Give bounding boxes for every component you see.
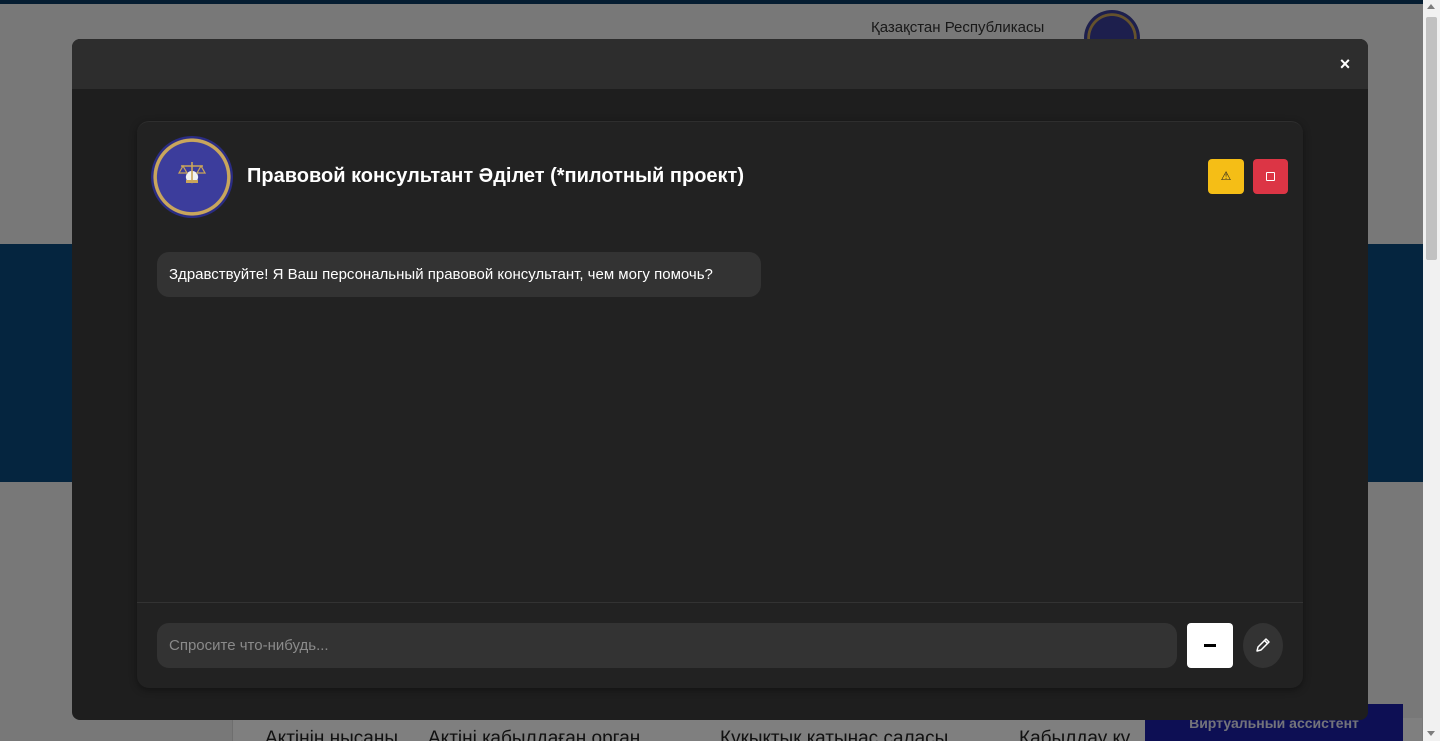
scroll-down-arrow-icon[interactable] bbox=[1427, 731, 1435, 736]
edit-button[interactable] bbox=[1243, 623, 1283, 668]
scales-icon bbox=[178, 162, 206, 183]
close-icon[interactable]: × bbox=[1335, 52, 1355, 76]
stop-icon bbox=[1266, 172, 1275, 181]
warning-icon: ⚠ bbox=[1220, 169, 1232, 183]
scroll-up-arrow-icon[interactable] bbox=[1427, 4, 1435, 9]
send-icon bbox=[1204, 644, 1216, 647]
chat-input[interactable] bbox=[157, 623, 1177, 668]
modal-header: × bbox=[72, 39, 1368, 89]
bot-message-bubble: Здравствуйте! Я Ваш персональный правово… bbox=[157, 252, 761, 297]
stop-button[interactable] bbox=[1253, 159, 1288, 194]
chat-window: Правовой консультант Әділет (*пилотный п… bbox=[137, 121, 1303, 688]
input-divider bbox=[137, 602, 1303, 603]
pencil-icon bbox=[1256, 638, 1270, 652]
chat-title: Правовой консультант Әділет (*пилотный п… bbox=[247, 165, 744, 187]
send-button[interactable] bbox=[1187, 623, 1233, 668]
warning-button[interactable]: ⚠ bbox=[1208, 159, 1244, 194]
chat-modal: × Правовой консультант Әділет (*пилотный… bbox=[72, 39, 1368, 720]
emblem-icon bbox=[151, 136, 233, 218]
scrollbar-thumb[interactable] bbox=[1426, 17, 1437, 260]
